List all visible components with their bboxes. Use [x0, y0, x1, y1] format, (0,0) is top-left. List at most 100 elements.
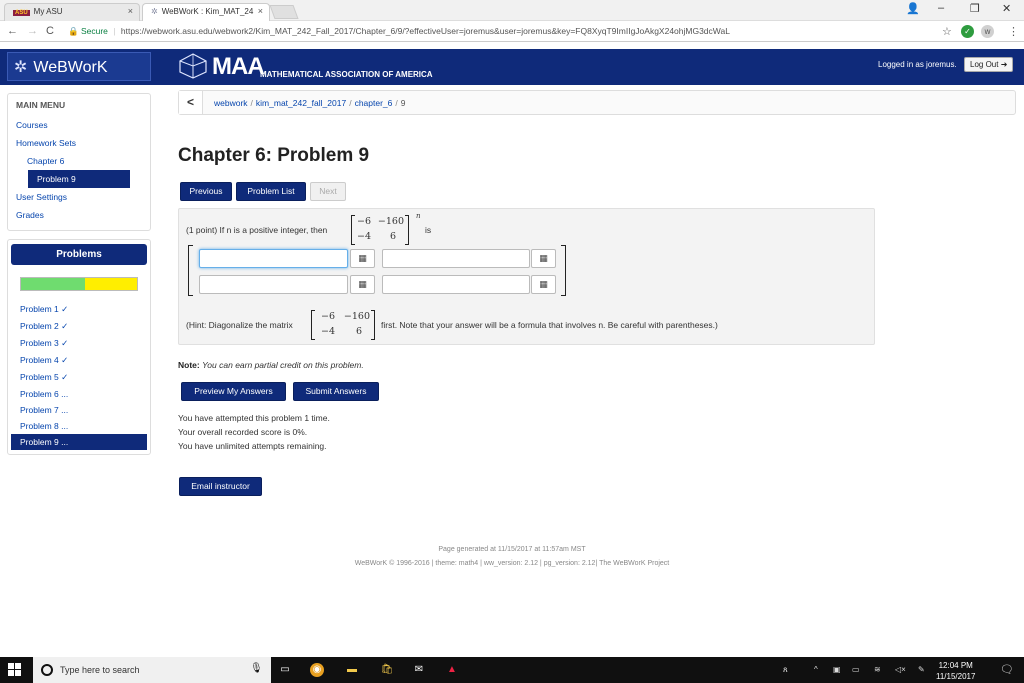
browser-tab-bar: ASU My ASU × ✲ WeBWorK : Kim_MAT_24 × 👤 – … — [0, 0, 1024, 21]
answer-input-1-1[interactable] — [199, 249, 348, 268]
store-icon[interactable]: 🛍 — [380, 663, 394, 677]
partial-credit-note: Note: You can earn partial credit on thi… — [178, 360, 364, 370]
set-progress-bar — [20, 277, 138, 291]
attempts-text: You have attempted this problem 1 time. — [178, 413, 330, 423]
footer-generated: Page generated at 11/15/2017 at 11:57am … — [438, 546, 586, 553]
next-button[interactable]: Next — [310, 182, 346, 201]
forward-arrow-icon[interactable]: → — [27, 25, 38, 37]
answer-bracket-left — [188, 245, 193, 296]
maa-wordmark: MAA — [212, 53, 265, 80]
problem-statement-suffix: is — [425, 225, 432, 235]
matrix-cell: −4 — [320, 326, 335, 337]
sidebar-item-grades[interactable]: Grades — [8, 206, 150, 224]
problem-link-1[interactable]: Problem 1 ✓ — [8, 301, 150, 318]
volume-icon[interactable]: ◁× — [895, 665, 906, 674]
url-field[interactable]: 🔒 Secure | https://webwork.asu.edu/webwo… — [62, 24, 957, 39]
maa-icosahedron-icon — [179, 53, 207, 79]
task-view-icon[interactable]: ▭ — [278, 663, 292, 677]
breadcrumb-problem: 9 — [400, 98, 406, 108]
email-instructor-button[interactable]: Email instructor — [179, 477, 262, 496]
logout-button[interactable]: Log Out ➜ — [964, 57, 1014, 72]
problem-list-button[interactable]: Problem List — [236, 182, 306, 201]
restore-icon[interactable]: ❐ — [970, 2, 980, 15]
pen-icon[interactable]: ✎ — [918, 665, 925, 674]
sidebar-item-user-settings[interactable]: User Settings — [8, 188, 150, 206]
breadcrumb-separator: / — [349, 98, 352, 108]
matrix-cell: −160 — [343, 311, 370, 322]
new-tab-button[interactable] — [269, 5, 299, 19]
sidebar-item-problem-9[interactable]: Problem 9 — [28, 170, 130, 188]
problem-link-9[interactable]: Problem 9 ... — [11, 434, 147, 450]
problem-link-7[interactable]: Problem 7 ... — [8, 402, 150, 418]
matlab-icon[interactable]: ▲ — [445, 663, 459, 677]
problem-statement-prefix: (1 point) If n is a positive integer, th… — [186, 225, 328, 235]
problem-link-3[interactable]: Problem 3 ✓ — [8, 335, 150, 352]
progress-correct — [21, 278, 85, 290]
remaining-text: You have unlimited attempts remaining. — [178, 441, 327, 451]
bookmark-star-icon[interactable]: ☆ — [942, 25, 952, 38]
chrome-icon[interactable]: ◉ — [310, 663, 324, 677]
breadcrumb-webwork[interactable]: webwork — [214, 98, 248, 108]
webwork-logo[interactable]: ✲ WeBWorK — [7, 52, 151, 81]
tab-webwork[interactable]: ✲ WeBWorK : Kim_MAT_24 × — [142, 3, 270, 21]
problem-link-2[interactable]: Problem 2 ✓ — [8, 318, 150, 335]
profile-icon[interactable]: 👤 — [906, 2, 920, 15]
windows-start-icon[interactable] — [8, 663, 22, 677]
mail-icon[interactable]: ✉ — [412, 663, 426, 677]
preview-answers-button[interactable]: Preview My Answers — [181, 382, 286, 401]
submit-answers-button[interactable]: Submit Answers — [293, 382, 379, 401]
matrix-cell: 6 — [355, 326, 362, 337]
problems-panel: Problems Problem 1 ✓ Problem 2 ✓ Problem… — [7, 239, 151, 455]
logged-in-label: Logged in as joremus. — [878, 60, 957, 69]
webwork-logo-text: WeBWorK — [33, 59, 108, 76]
reload-icon[interactable]: C — [46, 25, 54, 37]
score-text: Your overall recorded score is 0%. — [178, 427, 308, 437]
people-icon[interactable]: ጸ — [783, 665, 788, 675]
equation-editor-icon[interactable]: ▦ — [531, 275, 556, 294]
previous-button[interactable]: Previous — [180, 182, 232, 201]
secure-label: Secure — [80, 26, 108, 36]
tab-close-icon[interactable]: × — [258, 6, 263, 16]
breadcrumb-course[interactable]: kim_mat_242_fall_2017 — [256, 98, 346, 108]
tray-app-icon[interactable]: ▣ — [833, 665, 841, 674]
equation-editor-icon[interactable]: ▦ — [531, 249, 556, 268]
problem-link-6[interactable]: Problem 6 ... — [8, 386, 150, 402]
answer-input-1-2[interactable] — [382, 249, 530, 268]
logout-label: Log Out — [970, 60, 999, 69]
file-explorer-icon[interactable]: ▬ — [345, 663, 359, 677]
battery-icon[interactable]: ▭ — [852, 665, 860, 674]
matrix-cell: −6 — [320, 311, 335, 322]
matrix-exponent: n — [416, 212, 421, 220]
cortana-icon — [41, 664, 53, 676]
answer-input-2-2[interactable] — [382, 275, 530, 294]
notifications-icon[interactable]: 🗨 — [1000, 663, 1014, 676]
wifi-icon[interactable]: ≋ — [874, 665, 881, 674]
breadcrumb-set[interactable]: chapter_6 — [355, 98, 393, 108]
problem-link-4[interactable]: Problem 4 ✓ — [8, 352, 150, 369]
taskbar-clock[interactable]: 12:04 PM 11/15/2017 — [936, 660, 975, 682]
browser-menu-icon[interactable]: ⋮ — [1008, 25, 1019, 38]
back-arrow-icon[interactable]: ← — [7, 25, 18, 37]
webwork-header: ✲ WeBWorK MAA MATHEMATICAL ASSOCIATION OF… — [0, 49, 1024, 85]
equation-editor-icon[interactable]: ▦ — [350, 249, 375, 268]
equation-editor-icon[interactable]: ▦ — [350, 275, 375, 294]
microphone-icon[interactable]: 🎙 — [250, 663, 263, 674]
breadcrumb-back-icon[interactable]: < — [179, 91, 203, 114]
close-window-icon[interactable]: ✕ — [1002, 2, 1011, 15]
hint-prefix: (Hint: Diagonalize the matrix — [186, 320, 293, 330]
minimize-icon[interactable]: – — [938, 2, 944, 14]
sidebar-item-homework-sets[interactable]: Homework Sets — [8, 134, 150, 152]
tab-close-icon[interactable]: × — [128, 6, 133, 16]
problem-link-5[interactable]: Problem 5 ✓ — [8, 369, 150, 386]
answer-input-2-1[interactable] — [199, 275, 348, 294]
address-bar-row: ← → C 🔒 Secure | https://webwork.asu.edu… — [0, 21, 1024, 42]
taskbar-search-box[interactable]: Type here to search 🎙 — [33, 657, 271, 683]
lock-icon: 🔒 — [68, 26, 79, 36]
problem-link-8[interactable]: Problem 8 ... — [8, 418, 150, 434]
tray-chevron-icon[interactable]: ^ — [814, 665, 818, 674]
extension-check-icon[interactable]: ✓ — [961, 25, 974, 38]
extension-w-icon[interactable]: w — [981, 25, 994, 38]
tab-my-asu[interactable]: ASU My ASU × — [4, 3, 140, 21]
sidebar-item-chapter-6[interactable]: Chapter 6 — [8, 152, 150, 170]
sidebar-item-courses[interactable]: Courses — [8, 116, 150, 134]
